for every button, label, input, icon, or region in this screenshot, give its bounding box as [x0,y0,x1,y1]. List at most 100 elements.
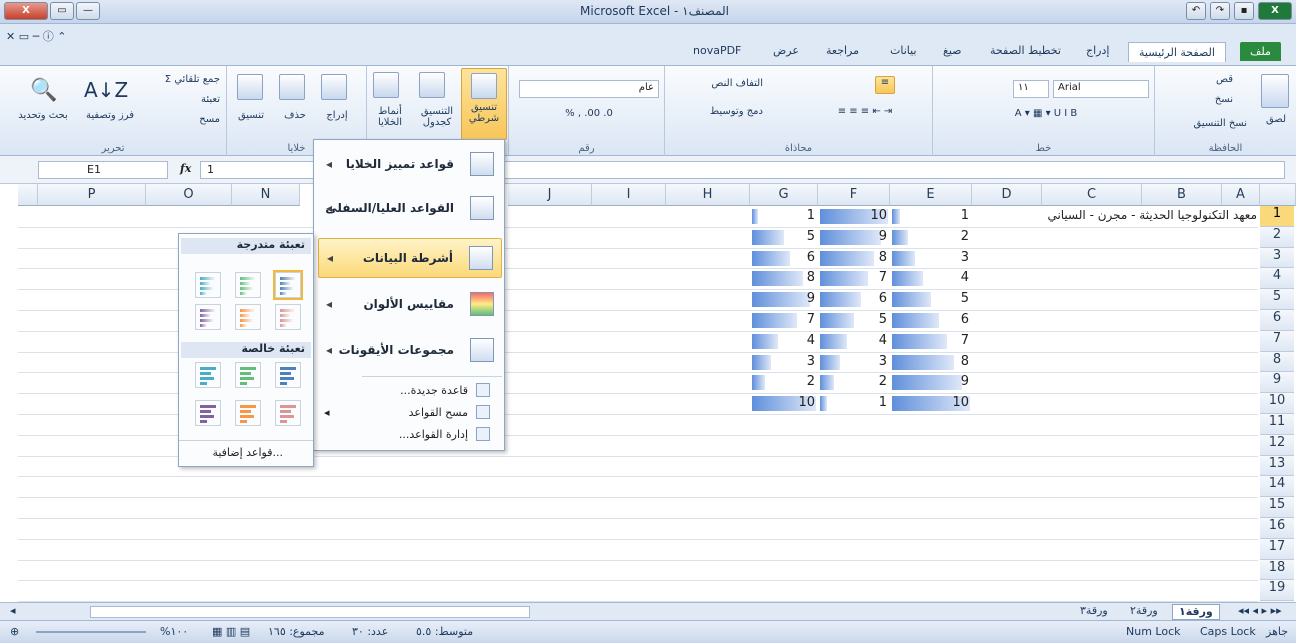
row-header[interactable]: 8 [1260,351,1294,373]
column-header-a[interactable]: A [1222,184,1260,206]
row-header[interactable]: 14 [1260,476,1294,498]
cell-a1[interactable]: معهد التكنولوجيا الحديثة - مجرن - السيان… [1042,206,1260,227]
name-box[interactable]: E1 [38,161,168,179]
sort-icon[interactable]: A↓Z [84,78,128,102]
column-header-j[interactable]: J [508,184,592,206]
menu-color-scales[interactable]: مقاييس الألوان ◂ [318,288,502,322]
cell-e3[interactable]: 3 [890,248,972,269]
restore-button[interactable]: ▭ [50,2,74,20]
cell-g4[interactable]: 8 [750,268,818,289]
copy-button[interactable]: نسخ [1163,94,1233,105]
cut-button[interactable]: قص [1163,74,1233,85]
row-header[interactable]: 2 [1260,226,1294,248]
cell-e1[interactable]: 1 [890,206,972,227]
column-header-c[interactable]: C [1042,184,1142,206]
save-icon[interactable]: ▪ [1234,2,1254,20]
tab-novapdf[interactable]: novaPDF [693,44,741,57]
column-header-e[interactable]: E [890,184,972,206]
cell-f9[interactable]: 2 [818,372,890,393]
format-table-icon[interactable] [419,72,445,101]
tab-file[interactable]: ملف [1240,42,1281,61]
data-bar-swatch[interactable] [273,270,303,300]
cell-g5[interactable]: 9 [750,289,818,310]
data-bar-swatch[interactable] [235,362,261,388]
find-select-button[interactable]: بحث وتحديد [18,110,68,121]
delete-button[interactable]: حذف [275,110,315,121]
view-buttons[interactable]: ▦ ▥ ▤ [212,625,250,638]
fx-icon[interactable]: fx [180,162,191,175]
cell-f5[interactable]: 6 [818,289,890,310]
row-header[interactable]: 4 [1260,268,1294,290]
row-header[interactable]: 17 [1260,538,1294,560]
tab-data[interactable]: بيانات [890,44,917,57]
row-header[interactable]: 1 [1260,206,1294,227]
zoom-level[interactable]: %١٠٠ [160,625,188,638]
menu-data-bars[interactable]: أشرطة البيانات ◂ [318,238,502,278]
data-bar-swatch[interactable] [235,400,261,426]
row-header[interactable]: 3 [1260,247,1294,269]
cell-e5[interactable]: 5 [890,289,972,310]
row-header[interactable]: 15 [1260,497,1294,518]
row-header[interactable]: 13 [1260,455,1294,477]
cell-f8[interactable]: 3 [818,352,890,373]
cell-g1[interactable]: 1 [750,206,818,227]
column-header-i[interactable]: I [592,184,666,206]
tab-view[interactable]: عرض [773,44,799,57]
insert-button[interactable]: إدراج [317,110,357,121]
sheet-nav-icon[interactable]: ◂◂ ◂ ▸ ▸▸ [1232,604,1288,620]
data-bar-swatch[interactable] [235,304,261,330]
column-header-n[interactable]: N [232,184,300,206]
number-format-buttons[interactable]: % , .00 .0 [519,108,659,119]
tab-insert[interactable]: إدراج [1086,44,1109,57]
cell-e9[interactable]: 9 [890,372,972,393]
tab-home[interactable]: الصفحة الرئيسية [1128,42,1226,62]
cell-f6[interactable]: 5 [818,310,890,331]
menu-new-rule[interactable]: قاعدة جديدة... [318,382,502,400]
row-header[interactable]: 11 [1260,414,1294,435]
cell-e8[interactable]: 8 [890,352,972,373]
undo-icon[interactable]: ↶ [1186,2,1206,20]
close-button[interactable]: X [4,2,48,20]
paste-icon[interactable] [1261,74,1289,111]
cell-f1[interactable]: 10 [818,206,890,227]
row-header[interactable]: 16 [1260,518,1294,539]
autosum-button[interactable]: Σ جمع تلقائي [140,74,220,85]
horizontal-scrollbar[interactable] [90,606,530,618]
row-header[interactable]: 18 [1260,559,1294,581]
column-header-d[interactable]: D [972,184,1042,206]
cell-styles-button[interactable]: أنماط الخلايا [367,106,413,128]
column-header-p[interactable]: P [38,184,146,206]
cell-g3[interactable]: 6 [750,248,818,269]
tab-formulas[interactable]: صيغ [943,44,962,57]
column-header-o[interactable]: O [146,184,232,206]
zoom-in-icon[interactable]: ⊕ [10,625,19,638]
data-bar-swatch[interactable] [275,362,301,388]
cell-f7[interactable]: 4 [818,331,890,352]
data-bar-swatch[interactable] [195,304,221,330]
cell-g10[interactable]: 10 [750,393,818,414]
cell-e7[interactable]: 7 [890,331,972,352]
font-name-select[interactable]: Arial [1053,80,1149,98]
cell-g9[interactable]: 2 [750,372,818,393]
column-header-b[interactable]: B [1142,184,1222,206]
align-center-button[interactable]: ≡ [875,76,895,94]
data-bar-swatch[interactable] [195,362,221,388]
insert-cells-icon[interactable] [321,74,347,103]
data-bar-swatch[interactable] [195,272,221,298]
cell-e6[interactable]: 6 [890,310,972,331]
find-icon[interactable]: 🔍 [30,78,57,103]
select-all-corner[interactable] [18,184,38,206]
row-header[interactable]: 6 [1260,310,1294,331]
column-header-f[interactable]: F [818,184,890,206]
menu-clear-rules[interactable]: مسح القواعد ◂ [318,404,502,422]
row-header[interactable]: 10 [1260,393,1294,414]
conditional-formatting-button[interactable]: تنسيق شرطي [461,68,507,140]
cell-e2[interactable]: 2 [890,227,972,248]
row-header[interactable]: 5 [1260,289,1294,310]
row-header[interactable]: 19 [1260,580,1294,602]
wrap-text-button[interactable]: التفاف النص [673,78,763,89]
merge-center-button[interactable]: دمج وتوسيط [673,106,763,117]
number-format-select[interactable]: عام [519,80,659,98]
zoom-slider[interactable] [36,631,146,633]
menu-manage-rules[interactable]: إدارة القواعد... [318,426,502,444]
